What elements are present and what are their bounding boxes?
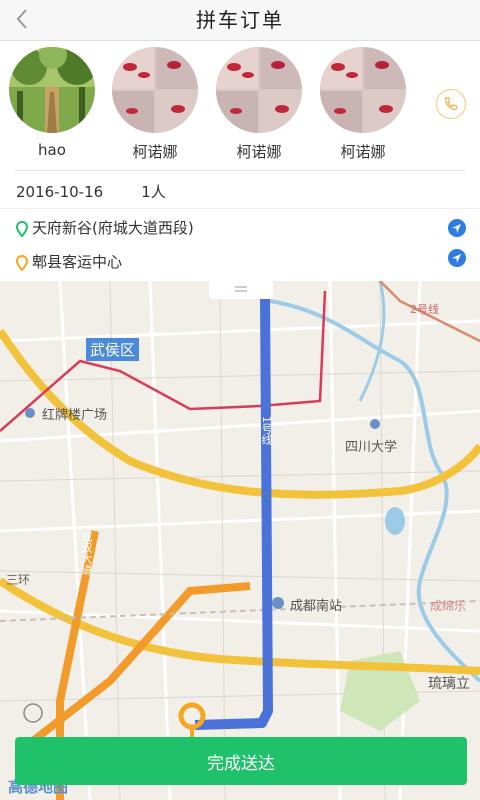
- start-location-label: 天府新谷(府城大道西段): [32, 219, 194, 237]
- map-label-plaza: 红牌楼广场: [42, 408, 108, 423]
- map-label-university: 四川大学: [345, 440, 398, 455]
- navigate-icon: [452, 224, 461, 233]
- passenger-item[interactable]: hao: [7, 47, 97, 159]
- passenger-list: hao 柯诺娜 柯诺娜 柯诺娜: [0, 41, 480, 171]
- drag-handle[interactable]: [209, 281, 273, 299]
- avatar: [112, 47, 198, 133]
- map-label-line1: 1号线: [260, 416, 273, 445]
- passenger-item[interactable]: 柯诺娜: [318, 47, 408, 162]
- divider: [0, 208, 480, 209]
- complete-delivery-button[interactable]: 完成送达: [15, 737, 467, 785]
- call-button[interactable]: [436, 89, 466, 119]
- map-label-liuli: 琉璃立: [428, 676, 470, 692]
- orange-pin-icon: [15, 254, 29, 271]
- passenger-name: 柯诺娜: [132, 143, 178, 161]
- order-info: 2016-10-16 1人: [16, 181, 204, 202]
- map-label-station: 成都南站: [290, 599, 343, 614]
- end-location: 郫县客运中心: [15, 249, 123, 275]
- drag-handle-icon: [235, 286, 247, 292]
- navigate-icon: [452, 254, 461, 263]
- map-view[interactable]: 武侯区 红牌楼广场 四川大学 成都南站 琉璃立 1号线 2号线 三环 成绵乐 成…: [0, 281, 480, 800]
- navigate-start-button[interactable]: [448, 219, 466, 237]
- navigate-end-button[interactable]: [448, 249, 466, 267]
- passenger-count: 1人: [141, 183, 166, 201]
- top-bar: 拼车订单: [0, 0, 480, 41]
- avatar: [320, 47, 406, 133]
- map-label-chengdu: 成绵乐: [430, 599, 467, 613]
- passenger-name: hao: [38, 141, 66, 159]
- divider: [14, 170, 466, 171]
- order-date: 2016-10-16: [16, 183, 104, 201]
- map-label-district: 武侯区: [86, 338, 140, 361]
- passenger-name: 柯诺娜: [340, 143, 386, 161]
- passenger-item[interactable]: 柯诺娜: [110, 47, 200, 162]
- green-pin-icon: [15, 220, 29, 237]
- map-label-road: 成双大道: [80, 531, 93, 575]
- avatar: [216, 47, 302, 133]
- avatar: [9, 47, 95, 133]
- end-location-label: 郫县客运中心: [32, 253, 123, 271]
- passenger-name: 柯诺娜: [236, 143, 282, 161]
- page-title: 拼车订单: [196, 8, 284, 32]
- passenger-item[interactable]: 柯诺娜: [214, 47, 304, 162]
- map-canvas: [0, 281, 480, 800]
- phone-icon: [444, 97, 458, 111]
- map-label-ring: 三环: [6, 573, 31, 587]
- start-location: 天府新谷(府城大道西段): [15, 215, 194, 241]
- map-label-line2: 2号线: [410, 303, 439, 316]
